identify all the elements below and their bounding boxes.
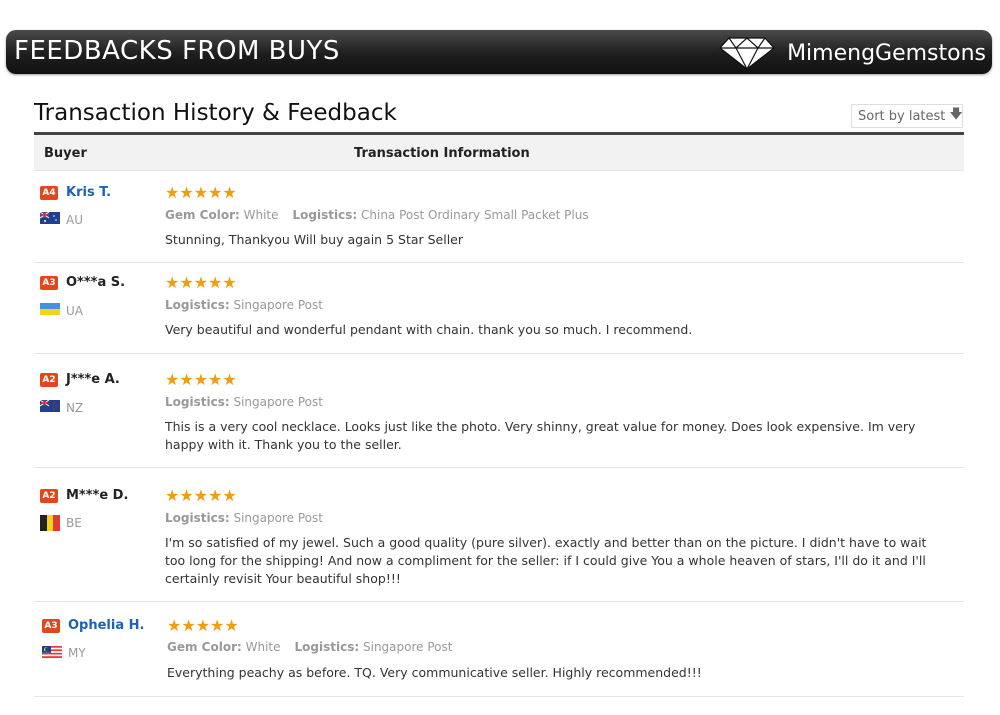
gem-color-value: White — [243, 208, 279, 222]
gem-color-label: Gem Color: — [167, 640, 242, 654]
transaction-meta: Gem Color: White Logistics: Singapore Pos… — [167, 640, 452, 654]
review-row: A4 Kris T. AU ★★★★★ Gem Color: White Logi… — [34, 171, 964, 263]
logistics-label: Logistics: — [292, 208, 358, 222]
logistics-value: Singapore Post — [233, 511, 323, 525]
buyer-name: M***e D. — [66, 488, 129, 503]
star-rating: ★★★★★ — [165, 183, 237, 202]
logistics-label: Logistics: — [294, 640, 360, 654]
review-row: A3 O***a S. UA ★★★★★ Logistics: Singapor… — [34, 263, 964, 354]
star-rating: ★★★★★ — [165, 370, 237, 389]
review-comment: This is a very cool necklace. Looks just… — [165, 419, 916, 452]
buyer-name: J***e A. — [66, 372, 120, 387]
column-header-transaction-info: Transaction Information — [354, 146, 530, 161]
buyer-name[interactable]: Kris T. — [66, 185, 111, 200]
buyer-country: AU — [66, 213, 83, 227]
column-header-buyer: Buyer — [44, 146, 87, 161]
review-comment: Stunning, Thankyou Will buy again 5 Star… — [165, 232, 464, 247]
sort-dropdown[interactable]: Sort by latest 🡇 — [851, 104, 963, 128]
review-comment: Very beautiful and wonderful pendant wit… — [165, 322, 693, 337]
buyer-country: UA — [66, 304, 83, 318]
transaction-meta: Logistics: Singapore Post — [165, 298, 323, 312]
flag-au-icon — [40, 212, 60, 224]
diamond-logo-icon — [719, 37, 775, 70]
buyer-name[interactable]: Ophelia H. — [68, 618, 144, 633]
logistics-label: Logistics: — [165, 511, 230, 525]
sort-label: Sort by latest — [858, 108, 946, 124]
transaction-meta: Gem Color: White Logistics: China Post Or… — [165, 208, 589, 222]
buyer-level-badge: A3 — [40, 276, 58, 290]
review-comment: I'm so satisfied of my jewel. Such a goo… — [165, 535, 927, 586]
transaction-meta: Logistics: Singapore Post — [165, 511, 323, 525]
logistics-value: Singapore Post — [233, 298, 323, 312]
review-row: A2 M***e D. BE ★★★★★ Logistics: Singapor… — [34, 468, 964, 602]
arrow-down-icon: 🡇 — [949, 107, 963, 122]
gem-color-label: Gem Color: — [165, 208, 240, 222]
review-row: A2 J***e A. NZ ★★★★★ Logistics: Singapor… — [34, 354, 964, 468]
buyer-level-badge: A4 — [40, 186, 58, 200]
logistics-label: Logistics: — [165, 298, 230, 312]
review-comment: Everything peachy as before. TQ. Very co… — [167, 665, 702, 680]
header-banner: FEEDBACKS FROM BUYS MimengGemstons — [6, 30, 992, 74]
banner-title: FEEDBACKS FROM BUYS — [14, 36, 340, 66]
review-row: A3 Ophelia H. MY ★★★★★ Gem Color: White L… — [34, 602, 964, 697]
logistics-value: Singapore Post — [363, 640, 453, 654]
buyer-name: O***a S. — [66, 275, 126, 290]
buyer-country: BE — [66, 516, 82, 530]
brand: MimengGemstons — [719, 35, 986, 71]
flag-my-icon — [42, 646, 62, 658]
flag-ua-icon — [40, 303, 60, 315]
transaction-meta: Logistics: Singapore Post — [165, 395, 323, 409]
star-rating: ★★★★★ — [165, 486, 237, 505]
flag-nz-icon — [40, 400, 60, 412]
gem-color-value: White — [245, 640, 281, 654]
logistics-label: Logistics: — [165, 395, 230, 409]
logistics-value: Singapore Post — [233, 395, 323, 409]
page-title: Transaction History & Feedback — [34, 100, 397, 126]
buyer-country: NZ — [66, 401, 84, 415]
flag-be-icon — [40, 515, 60, 531]
buyer-country: MY — [68, 646, 86, 660]
buyer-level-badge: A2 — [40, 489, 58, 503]
star-rating: ★★★★★ — [165, 273, 237, 292]
table-header: Buyer Transaction Information — [34, 135, 964, 171]
buyer-level-badge: A2 — [40, 373, 58, 387]
logistics-value: China Post Ordinary Small Packet Plus — [361, 208, 589, 222]
star-rating: ★★★★★ — [167, 616, 239, 635]
brand-name: MimengGemstons — [787, 40, 986, 66]
buyer-level-badge: A3 — [42, 619, 60, 633]
